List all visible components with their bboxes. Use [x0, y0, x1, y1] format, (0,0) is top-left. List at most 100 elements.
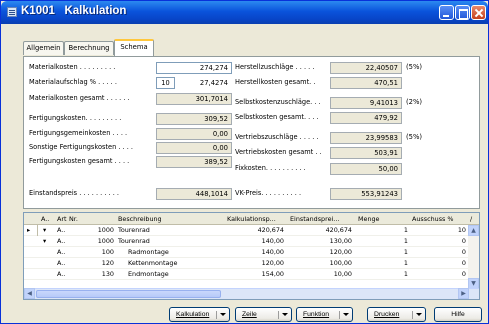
- cell-art[interactable]: A..: [57, 259, 65, 267]
- dropdown-arrow-icon: [220, 313, 226, 316]
- cell-ausschuss[interactable]: 0: [410, 259, 466, 267]
- cell-kalkulationspreis[interactable]: 140,00: [224, 248, 284, 256]
- grid-row[interactable]: A.. 130 Endmontage 154,00 10,00 1 0: [24, 269, 469, 280]
- grid-row[interactable]: ▸ ▾ A.. 1000 Tourenrad 420,674 420,674 1…: [24, 225, 469, 236]
- fixkosten-value: 50,00: [330, 163, 402, 175]
- cell-nr[interactable]: 130: [69, 270, 114, 278]
- cell-kalkulationspreis[interactable]: 420,674: [224, 226, 284, 234]
- scroll-left-icon[interactable]: ◀: [24, 288, 35, 299]
- cell-art[interactable]: A..: [57, 237, 65, 245]
- grid-row[interactable]: A.. 120 Kettenmontage 120,00 100,00 1 0: [24, 258, 469, 269]
- grid-header: A.. Art Nr. Beschreibung Kalkulationsp..…: [24, 213, 479, 225]
- zeile-menu-button[interactable]: Zeile: [235, 307, 292, 322]
- vk-preis-value: 553,91243: [330, 188, 402, 200]
- einstandspreis-value: 448,1014: [156, 188, 232, 200]
- maximize-button[interactable]: [455, 5, 470, 20]
- grid-row[interactable]: ▾ A.. 1000 Tourenrad 140,00 130,00 1 0: [24, 236, 469, 247]
- column-header[interactable]: Art: [57, 215, 67, 223]
- cell-ausschuss[interactable]: 0: [410, 237, 466, 245]
- funktion-menu-button[interactable]: Funktion: [296, 307, 353, 322]
- minimize-button[interactable]: [439, 5, 454, 20]
- cell-art[interactable]: A..: [57, 270, 65, 278]
- cell-einstandspreis[interactable]: 10,00: [288, 270, 352, 278]
- column-header[interactable]: Kalkulationsp...: [227, 215, 276, 223]
- field-label: Einstandspreis . . . . . . . . . .: [29, 189, 120, 197]
- tab-schema[interactable]: Schema: [114, 39, 154, 56]
- dropdown-arrow-icon: [343, 313, 349, 316]
- cell-menge[interactable]: 1: [356, 248, 408, 256]
- cell-nr[interactable]: 120: [69, 259, 114, 267]
- cell-beschreibung[interactable]: Tourenrad: [118, 226, 150, 234]
- cell-einstandspreis[interactable]: 420,674: [288, 226, 352, 234]
- cell-nr[interactable]: 100: [69, 248, 114, 256]
- field-label: Vertriebszuschläge . . . . .: [235, 133, 319, 141]
- column-header[interactable]: Ausschuss %: [412, 215, 453, 223]
- field-fixkosten: Fixkosten. . . . . . . . . . 50,00: [235, 163, 479, 175]
- field-label: Fertigungskosten. . . . . . . . .: [29, 114, 122, 122]
- horizontal-scrollbar[interactable]: ◀ ▶: [24, 288, 479, 299]
- materialaufschlag-percent-input[interactable]: 10: [156, 77, 175, 89]
- tab-allgemein[interactable]: Allgemein: [23, 41, 64, 55]
- cell-beschreibung[interactable]: Endmontage: [128, 270, 169, 278]
- cell-ausschuss[interactable]: 10: [410, 226, 466, 234]
- grid-row[interactable]: A.. 100 Radmontage 140,00 120,00 1 0: [24, 247, 469, 258]
- column-header[interactable]: Menge: [358, 215, 379, 223]
- vertical-scrollbar[interactable]: ▲ ▼: [468, 225, 479, 289]
- scroll-thumb[interactable]: [36, 290, 221, 298]
- cell-ausschuss[interactable]: 0: [410, 270, 466, 278]
- field-label: Sonstige Fertigungskosten . . . .: [29, 143, 134, 151]
- calculation-lines-grid: A.. Art Nr. Beschreibung Kalkulationsp..…: [23, 212, 480, 300]
- cell-beschreibung[interactable]: Kettenmontage: [128, 259, 177, 267]
- expand-icon[interactable]: ▾: [43, 226, 46, 234]
- cell-ausschuss[interactable]: 0: [410, 248, 466, 256]
- field-label: Fixkosten. . . . . . . . . .: [235, 164, 306, 172]
- cell-kalkulationspreis[interactable]: 120,00: [224, 259, 284, 267]
- cell-einstandspreis[interactable]: 100,00: [288, 259, 352, 267]
- column-header[interactable]: /: [470, 215, 472, 223]
- close-button[interactable]: [471, 5, 486, 20]
- hilfe-button[interactable]: Hilfe: [434, 307, 482, 322]
- button-label: Zeile: [242, 311, 257, 318]
- fertigungskosten-value: 309,52: [156, 113, 232, 125]
- cell-art[interactable]: A..: [57, 248, 65, 256]
- cell-menge[interactable]: 1: [356, 270, 408, 278]
- cell-menge[interactable]: 1: [356, 237, 408, 245]
- title-bar[interactable]: K1001 Kalkulation: [1, 1, 488, 24]
- sonstige-fertigungskosten-value: 0,00: [156, 142, 232, 154]
- button-label: Kalkulation: [176, 311, 210, 318]
- column-header[interactable]: Einstandsprei...: [290, 215, 339, 223]
- cell-einstandspreis[interactable]: 120,00: [288, 248, 352, 256]
- column-header[interactable]: Nr.: [69, 215, 78, 223]
- cell-menge[interactable]: 1: [356, 259, 408, 267]
- row-selector[interactable]: [24, 225, 38, 236]
- cell-kalkulationspreis[interactable]: 140,00: [224, 237, 284, 245]
- cell-art[interactable]: A..: [57, 226, 65, 234]
- vertriebszuschlaege-percent: (5%): [406, 133, 423, 141]
- scroll-right-icon[interactable]: ▶: [458, 288, 469, 299]
- field-vertriebskosten-gesamt: Vertriebskosten gesamt . . 503,91: [235, 147, 479, 159]
- selbstkostenzuschlaege-value: 9,41013: [330, 97, 402, 109]
- cell-menge[interactable]: 1: [356, 226, 408, 234]
- drucken-menu-button[interactable]: Drucken: [367, 307, 426, 322]
- column-header[interactable]: A..: [41, 215, 49, 223]
- materialaufschlag-value: 27,4274: [178, 77, 232, 89]
- vertriebskosten-gesamt-value: 503,91: [330, 147, 402, 159]
- cell-kalkulationspreis[interactable]: 154,00: [224, 270, 284, 278]
- field-fertigungskosten-gesamt: Fertigungskosten gesamt . . . . 389,52: [29, 156, 232, 168]
- materialkosten-input[interactable]: 274,274: [156, 62, 232, 74]
- scroll-up-icon[interactable]: ▲: [468, 225, 479, 236]
- vertriebszuschlaege-value: 23,99583: [330, 132, 402, 144]
- column-header[interactable]: Beschreibung: [118, 215, 162, 223]
- kalkulation-menu-button[interactable]: Kalkulation: [169, 307, 230, 322]
- cell-beschreibung[interactable]: Radmontage: [128, 248, 169, 256]
- cell-einstandspreis[interactable]: 130,00: [288, 237, 352, 245]
- cell-nr[interactable]: 1000: [69, 226, 114, 234]
- tab-berechnung[interactable]: Berechnung: [64, 41, 114, 55]
- expand-icon[interactable]: ▾: [43, 237, 46, 245]
- materialkosten-gesamt-value: 301,7014: [156, 93, 232, 105]
- cell-beschreibung[interactable]: Tourenrad: [118, 237, 150, 245]
- button-separator: [216, 311, 217, 319]
- cell-nr[interactable]: 1000: [69, 237, 114, 245]
- field-sonstige-fertigungskosten: Sonstige Fertigungskosten . . . . 0,00: [29, 142, 232, 154]
- field-label: Selbstkosten gesamt. . . .: [235, 113, 319, 121]
